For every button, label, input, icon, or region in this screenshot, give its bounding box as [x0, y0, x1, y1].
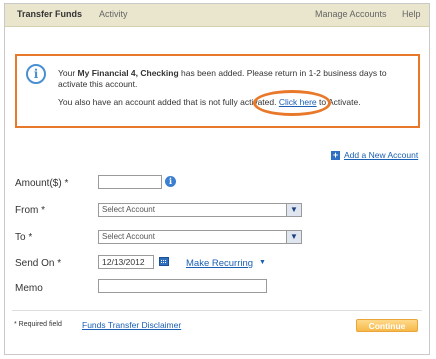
send-on-label: Send On * — [15, 258, 62, 269]
required-field-note: * Required field — [14, 321, 62, 328]
to-account-value: Select Account — [102, 232, 155, 241]
amount-label: Amount($) * — [15, 178, 69, 189]
amount-input[interactable] — [98, 175, 162, 189]
memo-label: Memo — [15, 283, 43, 294]
plus-icon: + — [331, 150, 340, 161]
amount-info-icon[interactable]: i — [165, 176, 176, 187]
add-new-account-link[interactable]: + Add a New Account — [331, 150, 419, 161]
continue-button[interactable]: Continue — [356, 319, 418, 332]
notice-line-1: Your My Financial 4, Checking has been a… — [58, 68, 387, 79]
click-here-link[interactable]: Click here — [279, 97, 317, 107]
footer-divider — [12, 310, 422, 311]
make-recurring-link[interactable]: Make Recurring — [186, 258, 253, 269]
from-account-value: Select Account — [102, 205, 155, 214]
from-label: From * — [15, 205, 45, 216]
notice-line-3: You also have an account added that is n… — [58, 97, 361, 108]
nav-help[interactable]: Help — [402, 9, 421, 19]
notice-suffix: has been added. Please return in 1-2 bus… — [178, 68, 387, 78]
notice-account-name: My Financial 4, Checking — [77, 68, 179, 78]
info-icon: i — [26, 64, 46, 84]
notice-activate-suffix: to Activate. — [316, 97, 361, 107]
add-account-label: Add a New Account — [344, 150, 419, 160]
nav-transfer-funds[interactable]: Transfer Funds — [17, 9, 82, 19]
to-label: To * — [15, 232, 33, 243]
send-on-date-input[interactable] — [98, 255, 154, 269]
chevron-down-icon[interactable]: ▼ — [286, 204, 301, 216]
memo-input[interactable] — [98, 279, 267, 293]
from-account-select[interactable]: Select Account ▼ — [98, 203, 302, 217]
top-navigation: Transfer Funds Activity Manage Accounts … — [5, 4, 429, 27]
calendar-icon[interactable] — [159, 257, 169, 266]
caret-down-icon[interactable]: ▼ — [259, 259, 266, 266]
notice-prefix: Your — [58, 68, 78, 78]
chevron-down-icon[interactable]: ▼ — [286, 231, 301, 243]
funds-transfer-disclaimer-link[interactable]: Funds Transfer Disclaimer — [82, 320, 181, 330]
notice-line-2: activate this account. — [58, 79, 138, 89]
notice-activate-prefix: You also have an account added that is n… — [58, 97, 279, 107]
nav-manage-accounts[interactable]: Manage Accounts — [315, 9, 387, 19]
to-account-select[interactable]: Select Account ▼ — [98, 230, 302, 244]
account-added-notice: i Your My Financial 4, Checking has been… — [15, 54, 420, 128]
nav-activity[interactable]: Activity — [99, 9, 128, 19]
